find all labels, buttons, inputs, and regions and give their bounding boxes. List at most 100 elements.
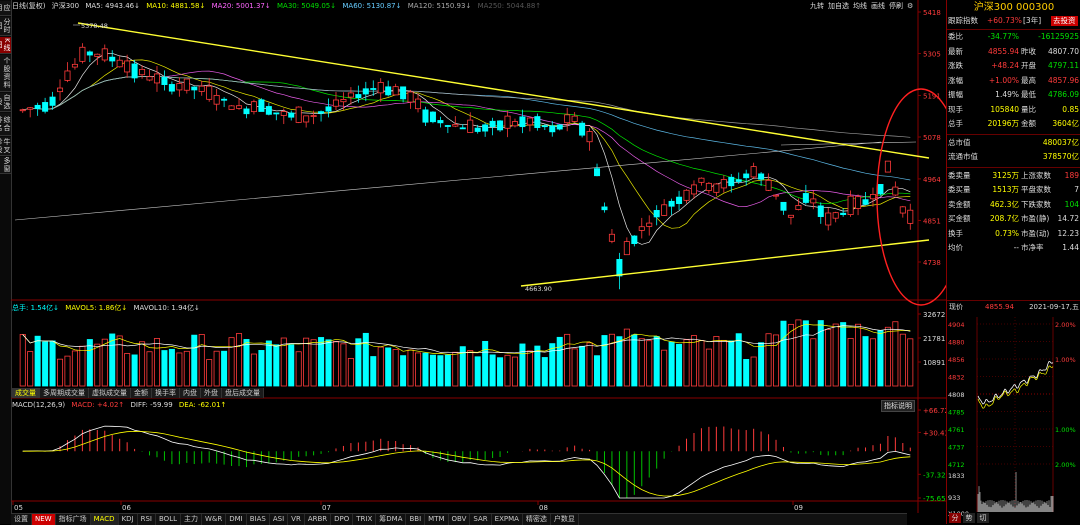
candle-body[interactable] [459, 127, 466, 130]
indicator-tab-7[interactable]: 主力 [181, 514, 202, 525]
volume-bar[interactable] [86, 339, 93, 387]
indicator-tab-20[interactable]: SAR [470, 514, 492, 525]
volume-bar[interactable] [273, 344, 280, 387]
volume-bar[interactable] [400, 355, 407, 387]
left-tab-5[interactable]: 综合排名 [0, 113, 11, 136]
volume-bar[interactable] [884, 326, 891, 387]
indicator-tab-11[interactable]: ASI [270, 514, 289, 525]
candle-body[interactable] [139, 68, 146, 76]
left-tab-3[interactable]: 个股资料 [0, 55, 11, 92]
candle-body[interactable] [646, 222, 653, 227]
candle-body[interactable] [236, 105, 243, 109]
volume-bar[interactable] [899, 333, 906, 387]
volume-bar[interactable] [407, 349, 414, 387]
volume-bar[interactable] [750, 356, 757, 387]
volume-bar[interactable] [646, 340, 653, 387]
candle-body[interactable] [318, 111, 325, 114]
candle-body[interactable] [325, 106, 332, 112]
candle-body[interactable] [586, 131, 593, 143]
volume-bar[interactable] [623, 328, 630, 387]
volume-bar[interactable] [638, 338, 645, 387]
volume-bar[interactable] [549, 343, 556, 387]
candle-body[interactable] [526, 117, 533, 126]
candle-body[interactable] [273, 112, 280, 115]
volume-bar[interactable] [228, 337, 235, 387]
volume-bar[interactable] [183, 350, 190, 387]
volume-bar[interactable] [556, 336, 563, 387]
volume-bar[interactable] [690, 335, 697, 387]
volume-bar[interactable] [661, 349, 668, 387]
candle-body[interactable] [720, 179, 727, 189]
volume-bar[interactable] [355, 338, 362, 387]
candle-body[interactable] [370, 88, 377, 90]
volume-bar[interactable] [802, 320, 809, 387]
volume-bar[interactable] [34, 335, 41, 387]
volume-bar[interactable] [743, 359, 750, 387]
candle-body[interactable] [198, 85, 205, 92]
candle-body[interactable] [504, 115, 511, 129]
volume-bar[interactable] [608, 333, 615, 387]
volume-bar[interactable] [139, 341, 146, 387]
volume-bar[interactable] [705, 348, 712, 387]
left-tab-6[interactable]: 牛叉诊股 [0, 137, 11, 156]
volume-bar[interactable] [795, 319, 802, 387]
indicator-tab-23[interactable]: 户数显 [551, 514, 579, 525]
volume-bar[interactable] [79, 345, 86, 387]
volume-bar[interactable] [295, 351, 302, 387]
indicator-tab-4[interactable]: KDJ [119, 514, 138, 525]
volume-bar[interactable] [832, 323, 839, 387]
candle-body[interactable] [668, 200, 675, 207]
candle-body[interactable] [101, 48, 108, 61]
candle-body[interactable] [855, 196, 862, 209]
candle-body[interactable] [810, 198, 817, 204]
indicator-tab-9[interactable]: DMI [226, 514, 247, 525]
volume-bar[interactable] [631, 334, 638, 387]
candle-body[interactable] [258, 99, 265, 112]
candle-body[interactable] [608, 233, 615, 242]
indicator-tab-8[interactable]: W&R [202, 514, 227, 525]
candle-body[interactable] [705, 182, 712, 191]
candle-body[interactable] [773, 194, 780, 197]
candle-body[interactable] [407, 91, 414, 103]
volume-tab-1[interactable]: 多周期成交量 [40, 388, 89, 398]
candle-body[interactable] [743, 173, 750, 179]
volume-bar[interactable] [42, 341, 49, 387]
volume-bar[interactable] [735, 333, 742, 387]
volume-tab-4[interactable]: 换手率 [152, 388, 180, 398]
volume-bar[interactable] [318, 337, 325, 387]
candle-body[interactable] [497, 120, 504, 131]
candle-body[interactable] [511, 121, 518, 127]
indicator-tab-17[interactable]: BBI [406, 514, 426, 525]
indicator-tab-13[interactable]: ARBR [305, 514, 332, 525]
candle-body[interactable] [221, 98, 228, 101]
volume-bar[interactable] [847, 337, 854, 387]
volume-bar[interactable] [116, 335, 123, 387]
candle-body[interactable] [690, 184, 697, 195]
candle-body[interactable] [64, 70, 71, 81]
indicator-tab-2[interactable]: 指标广场 [56, 514, 91, 525]
candle-body[interactable] [422, 109, 429, 123]
candle-body[interactable] [206, 85, 213, 100]
volume-bar[interactable] [258, 350, 265, 387]
volume-bar[interactable] [437, 355, 444, 387]
volume-bar[interactable] [243, 339, 250, 387]
volume-bar[interactable] [124, 353, 131, 387]
candle-body[interactable] [519, 116, 526, 128]
volume-bar[interactable] [168, 348, 175, 387]
candle-body[interactable] [698, 177, 705, 183]
volume-bar[interactable] [720, 339, 727, 387]
indicator-tab-14[interactable]: DPO [331, 514, 354, 525]
candle-body[interactable] [183, 78, 190, 91]
candle-body[interactable] [556, 124, 563, 130]
volume-bar[interactable] [415, 352, 422, 387]
indicator-tab-3[interactable]: MACD [90, 514, 119, 525]
candle-body[interactable] [594, 168, 601, 177]
candle-body[interactable] [541, 125, 548, 128]
candle-body[interactable] [549, 125, 556, 133]
volume-bar[interactable] [94, 343, 101, 387]
volume-bar[interactable] [586, 342, 593, 387]
volume-bar[interactable] [392, 349, 399, 387]
candle-body[interactable] [758, 173, 765, 180]
volume-bar[interactable] [564, 333, 571, 387]
volume-bar[interactable] [303, 337, 310, 387]
